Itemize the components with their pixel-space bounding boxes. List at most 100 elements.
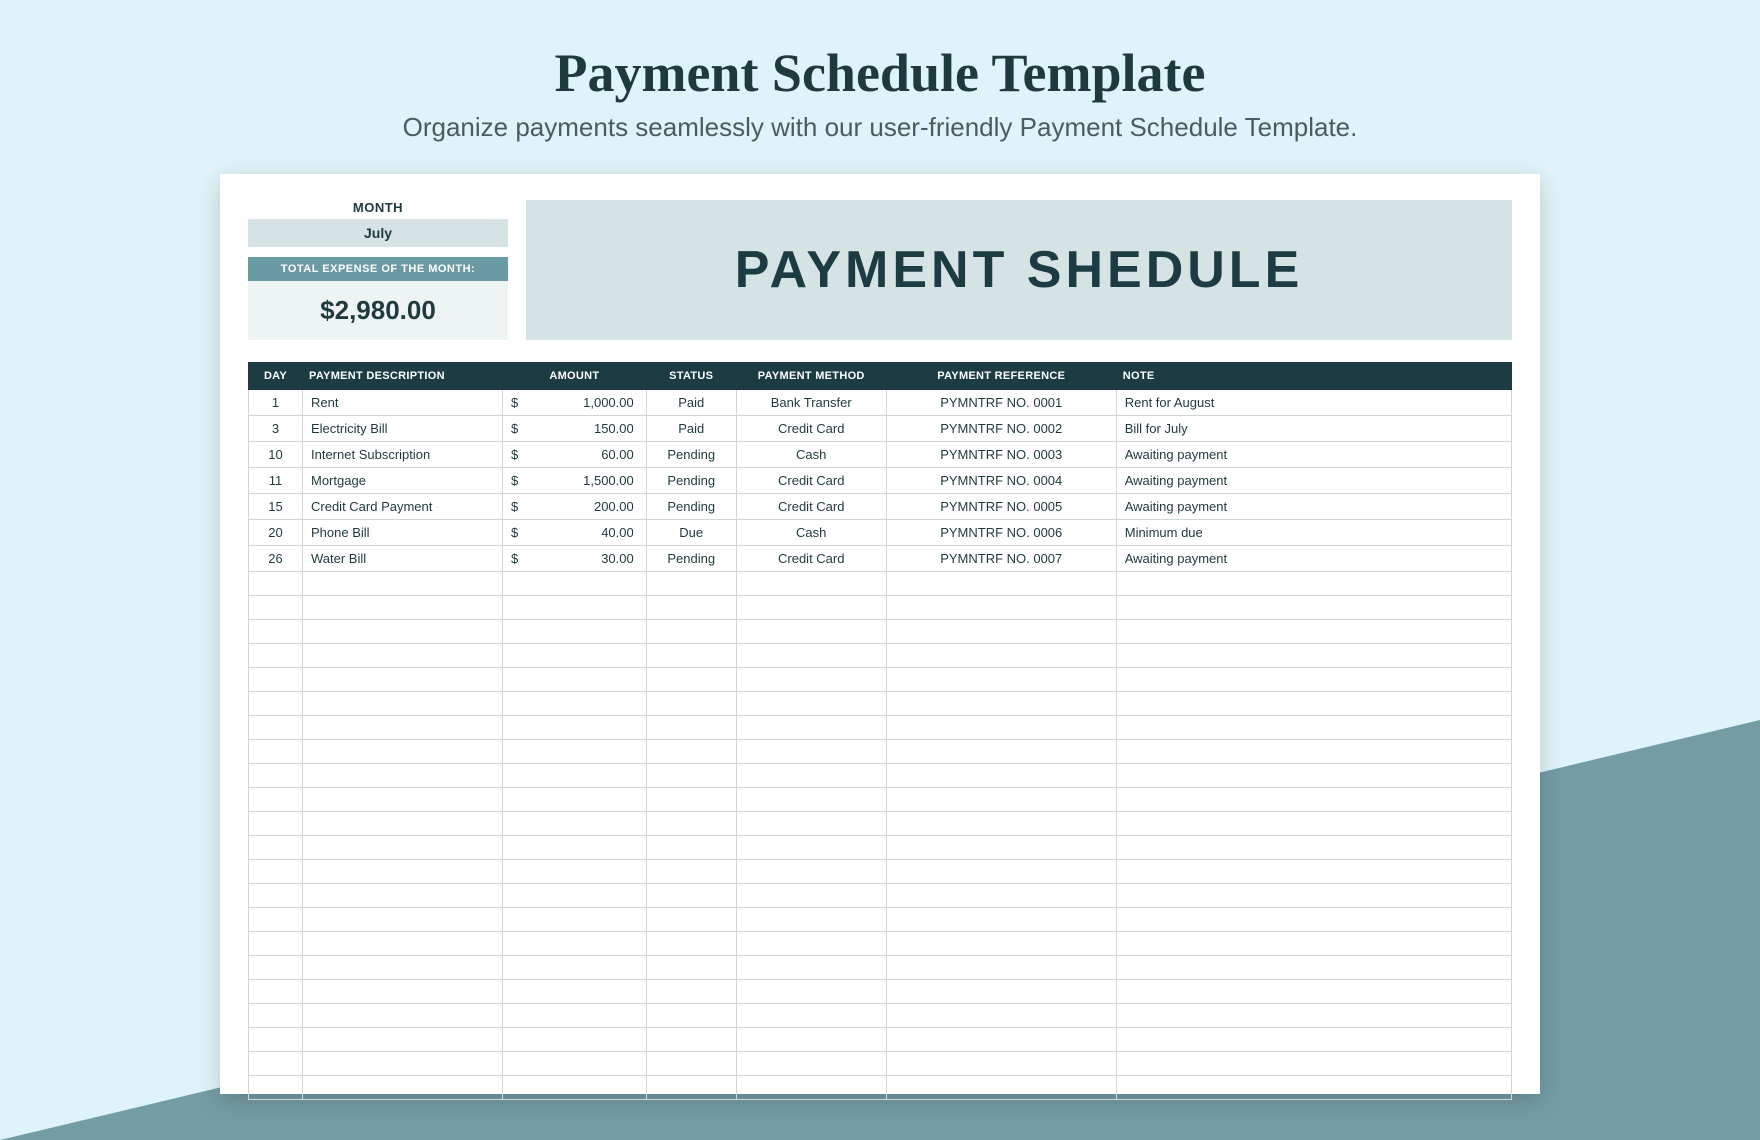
cell-amount: 1,000.00 — [526, 390, 646, 416]
cell-reference: PYMNTRF NO. 0003 — [886, 442, 1116, 468]
cell-day: 1 — [249, 390, 303, 416]
table-row-empty — [249, 812, 1512, 836]
cell-empty — [526, 788, 646, 812]
cell-empty — [736, 764, 886, 788]
cell-empty — [1116, 956, 1511, 980]
cell-empty — [303, 644, 503, 668]
cell-empty — [303, 596, 503, 620]
cell-empty — [886, 932, 1116, 956]
cell-empty — [646, 884, 736, 908]
cell-empty — [303, 836, 503, 860]
cell-empty — [526, 596, 646, 620]
cell-method: Credit Card — [736, 468, 886, 494]
table-row-empty — [249, 860, 1512, 884]
cell-empty — [736, 980, 886, 1004]
cell-empty — [646, 740, 736, 764]
cell-empty — [249, 1052, 303, 1076]
cell-empty — [886, 860, 1116, 884]
cell-empty — [646, 1028, 736, 1052]
cell-method: Cash — [736, 442, 886, 468]
cell-method: Cash — [736, 520, 886, 546]
cell-empty — [249, 620, 303, 644]
cell-empty — [526, 692, 646, 716]
table-header-row: DAY PAYMENT DESCRIPTION AMOUNT STATUS PA… — [249, 363, 1512, 390]
cell-empty — [886, 716, 1116, 740]
cell-empty — [303, 620, 503, 644]
cell-empty — [526, 956, 646, 980]
cell-currency: $ — [503, 468, 527, 494]
cell-empty — [886, 620, 1116, 644]
cell-method: Credit Card — [736, 494, 886, 520]
cell-empty — [736, 572, 886, 596]
month-label: MONTH — [248, 200, 508, 219]
cell-empty — [303, 1028, 503, 1052]
cell-empty — [736, 1052, 886, 1076]
cell-empty — [526, 764, 646, 788]
cell-empty — [1116, 1052, 1511, 1076]
cell-method: Credit Card — [736, 416, 886, 442]
cell-empty — [526, 1028, 646, 1052]
cell-empty — [503, 668, 527, 692]
cell-empty — [503, 1028, 527, 1052]
cell-empty — [503, 1004, 527, 1028]
table-row-empty — [249, 1028, 1512, 1052]
cell-empty — [646, 1052, 736, 1076]
cell-description: Electricity Bill — [303, 416, 503, 442]
cell-empty — [526, 836, 646, 860]
cell-empty — [886, 884, 1116, 908]
cell-empty — [526, 740, 646, 764]
cell-empty — [736, 1028, 886, 1052]
banner-title: PAYMENT SHEDULE — [526, 200, 1512, 340]
cell-empty — [303, 932, 503, 956]
cell-note: Awaiting payment — [1116, 442, 1511, 468]
payment-table: DAY PAYMENT DESCRIPTION AMOUNT STATUS PA… — [248, 362, 1512, 1100]
col-header-note: NOTE — [1116, 363, 1511, 390]
cell-empty — [503, 1076, 527, 1100]
cell-empty — [736, 956, 886, 980]
cell-empty — [736, 692, 886, 716]
table-row: 11Mortgage$1,500.00PendingCredit CardPYM… — [249, 468, 1512, 494]
col-header-reference: PAYMENT REFERENCE — [886, 363, 1116, 390]
cell-empty — [526, 620, 646, 644]
cell-empty — [303, 740, 503, 764]
table-row-empty — [249, 692, 1512, 716]
cell-empty — [526, 1076, 646, 1100]
cell-empty — [646, 812, 736, 836]
cell-currency: $ — [503, 520, 527, 546]
cell-note: Rent for August — [1116, 390, 1511, 416]
cell-empty — [249, 788, 303, 812]
cell-amount: 40.00 — [526, 520, 646, 546]
cell-currency: $ — [503, 546, 527, 572]
cell-empty — [1116, 716, 1511, 740]
cell-day: 20 — [249, 520, 303, 546]
table-row: 10Internet Subscription$60.00PendingCash… — [249, 442, 1512, 468]
table-row-empty — [249, 884, 1512, 908]
cell-empty — [646, 1076, 736, 1100]
cell-empty — [249, 668, 303, 692]
cell-amount: 60.00 — [526, 442, 646, 468]
cell-day: 11 — [249, 468, 303, 494]
table-row-empty — [249, 572, 1512, 596]
cell-empty — [646, 644, 736, 668]
cell-reference: PYMNTRF NO. 0005 — [886, 494, 1116, 520]
table-row-empty — [249, 932, 1512, 956]
cell-empty — [503, 644, 527, 668]
cell-status: Due — [646, 520, 736, 546]
cell-empty — [646, 956, 736, 980]
cell-empty — [1116, 884, 1511, 908]
cell-empty — [303, 692, 503, 716]
table-body: 1Rent$1,000.00PaidBank TransferPYMNTRF N… — [249, 390, 1512, 1100]
cell-empty — [736, 932, 886, 956]
cell-empty — [886, 908, 1116, 932]
cell-empty — [1116, 812, 1511, 836]
table-row: 20Phone Bill$40.00DueCashPYMNTRF NO. 000… — [249, 520, 1512, 546]
cell-empty — [526, 980, 646, 1004]
cell-empty — [303, 572, 503, 596]
cell-empty — [303, 1076, 503, 1100]
col-header-day: DAY — [249, 363, 303, 390]
cell-status: Paid — [646, 390, 736, 416]
cell-day: 15 — [249, 494, 303, 520]
cell-empty — [886, 1052, 1116, 1076]
cell-empty — [249, 884, 303, 908]
cell-empty — [1116, 596, 1511, 620]
